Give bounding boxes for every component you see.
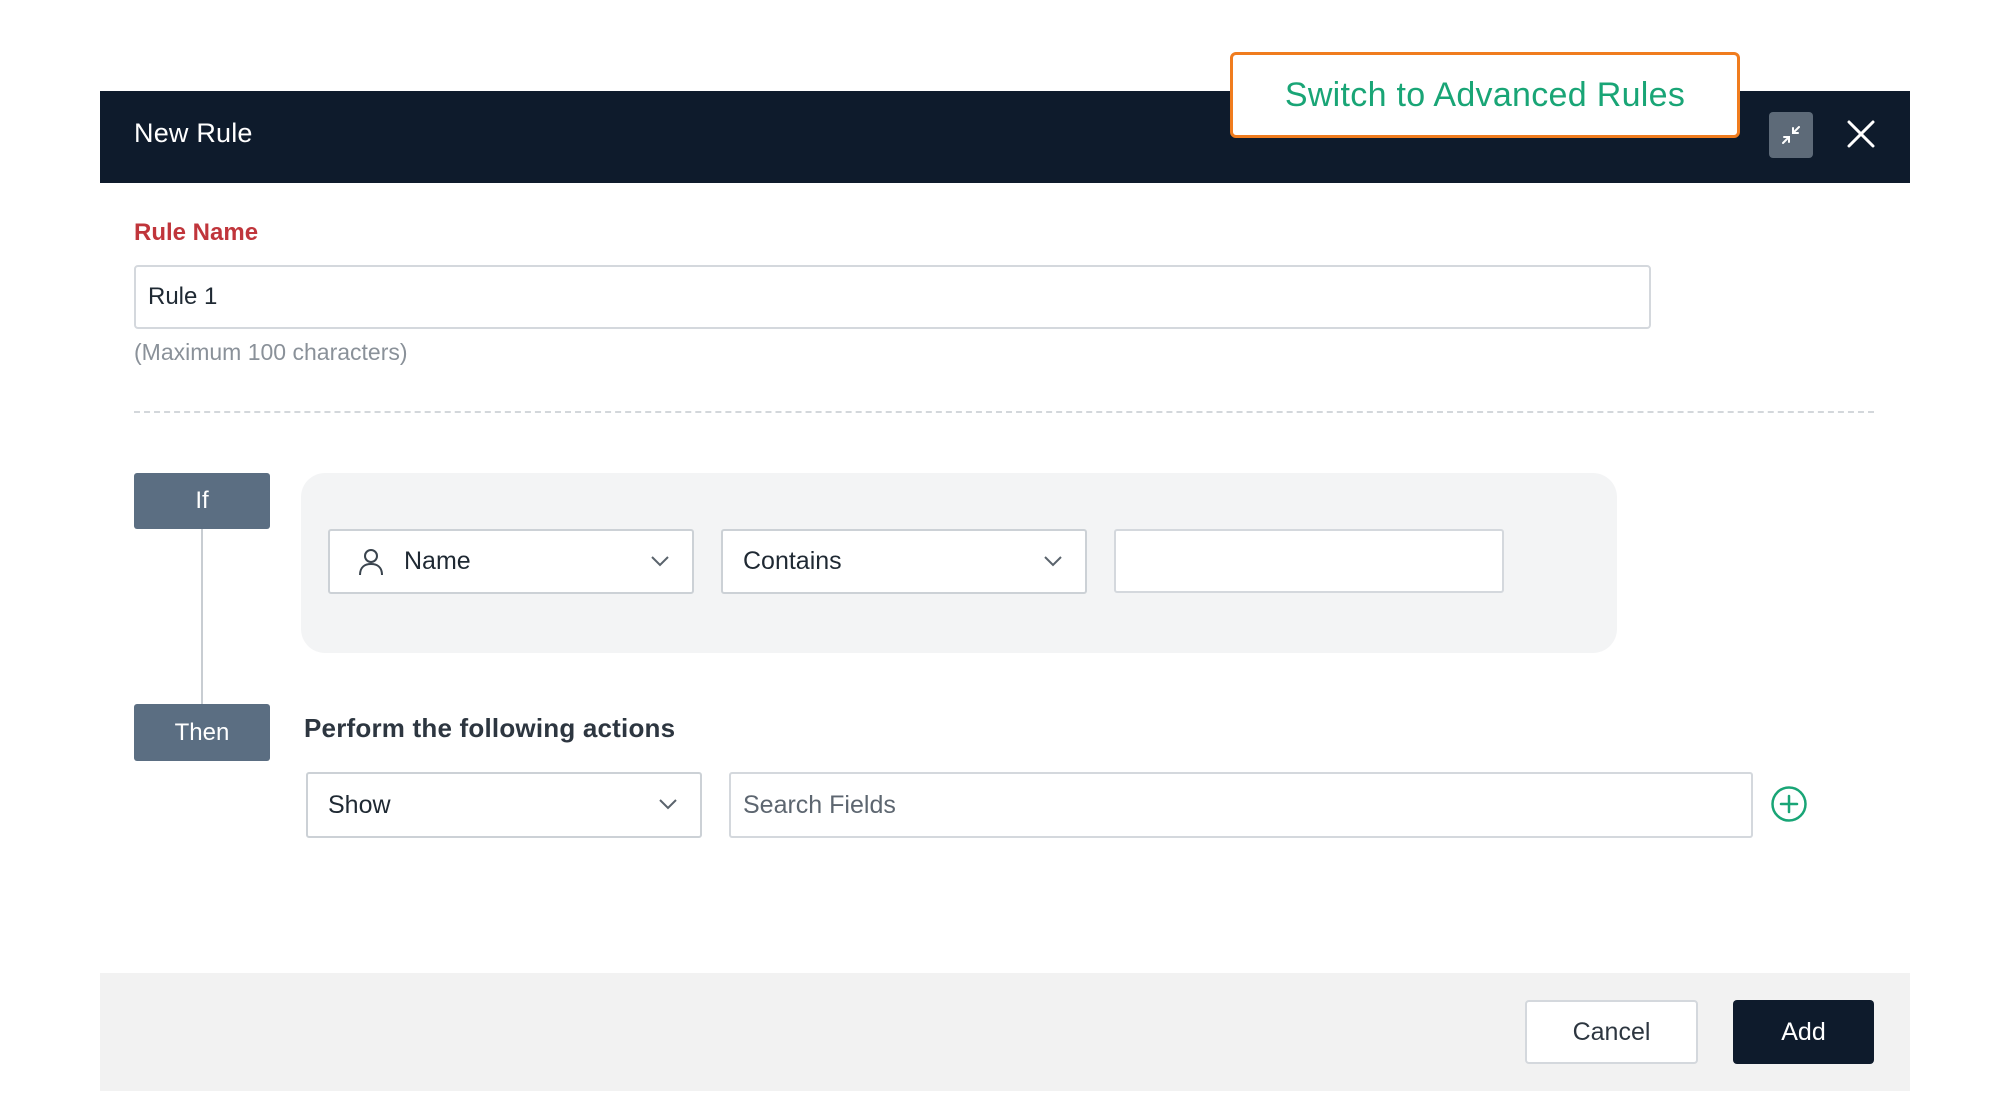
if-then-connector bbox=[201, 529, 203, 704]
cancel-button[interactable]: Cancel bbox=[1525, 1000, 1698, 1064]
rule-name-input[interactable] bbox=[134, 265, 1651, 329]
if-tag: If bbox=[134, 473, 270, 529]
search-fields-input[interactable] bbox=[729, 772, 1753, 838]
actions-title: Perform the following actions bbox=[304, 713, 676, 743]
switch-to-advanced-rules-link[interactable]: Switch to Advanced Rules bbox=[1230, 52, 1740, 138]
condition-value-input[interactable] bbox=[1114, 529, 1504, 593]
condition-operator-select[interactable]: Contains bbox=[721, 529, 1087, 594]
collapse-arrows-icon bbox=[1782, 126, 1800, 144]
chevron-down-icon bbox=[1044, 556, 1062, 567]
chevron-down-icon bbox=[651, 556, 669, 567]
chevron-down-icon bbox=[659, 799, 677, 810]
close-icon bbox=[1847, 120, 1875, 148]
condition-operator-value: Contains bbox=[743, 547, 842, 575]
action-type-value: Show bbox=[328, 790, 391, 819]
rule-name-hint: (Maximum 100 characters) bbox=[134, 339, 408, 365]
condition-field-select[interactable]: Name bbox=[328, 529, 694, 594]
close-button[interactable] bbox=[1838, 111, 1884, 157]
add-action-button[interactable] bbox=[1770, 785, 1808, 823]
person-icon bbox=[358, 547, 384, 577]
action-type-select[interactable]: Show bbox=[306, 772, 702, 838]
plus-circle-icon bbox=[1771, 786, 1807, 822]
section-divider bbox=[134, 411, 1874, 413]
rule-name-label: Rule Name bbox=[134, 219, 259, 246]
then-tag: Then bbox=[134, 704, 270, 761]
condition-field-value: Name bbox=[404, 547, 471, 575]
collapse-button[interactable] bbox=[1769, 112, 1813, 158]
add-button[interactable]: Add bbox=[1733, 1000, 1874, 1064]
dialog-title: New Rule bbox=[134, 118, 253, 148]
